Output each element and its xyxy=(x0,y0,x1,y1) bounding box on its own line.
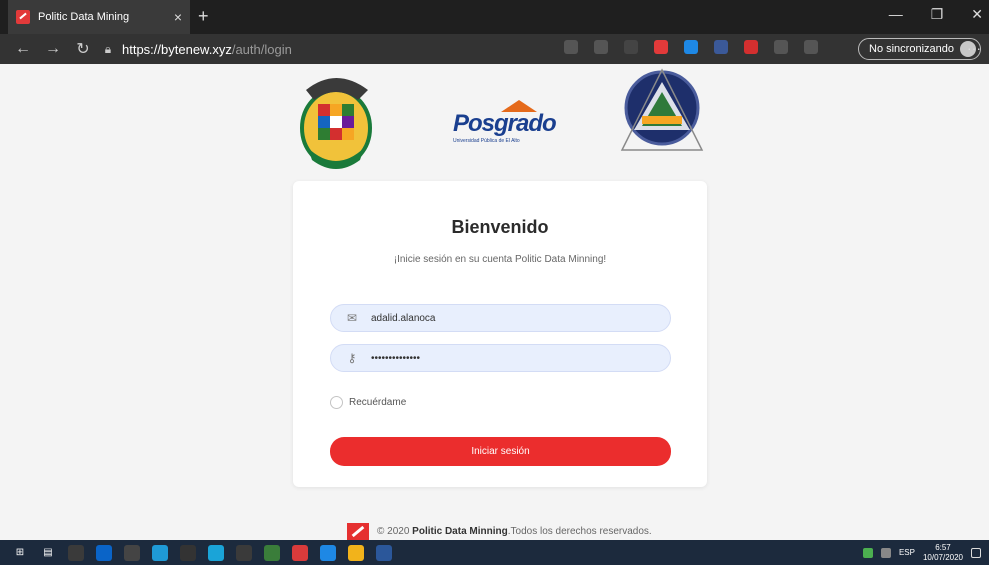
more-options-icon[interactable]: ··· xyxy=(967,40,981,56)
close-tab-icon[interactable]: × xyxy=(174,9,182,25)
login-card: Bienvenido ¡Inicie sesión en su cuenta P… xyxy=(293,181,707,487)
language-indicator[interactable]: ESP xyxy=(899,548,915,557)
sync-profile-button[interactable]: No sincronizando xyxy=(858,38,981,60)
minimize-button[interactable]: — xyxy=(889,6,903,23)
refresh-icon[interactable]: ↻ xyxy=(68,39,98,59)
windows-start-icon[interactable]: ⊞ xyxy=(12,545,28,561)
footer-brand: Politic Data Minning xyxy=(412,526,508,537)
terminal-icon[interactable] xyxy=(180,544,196,561)
footer-prefix: © 2020 xyxy=(377,526,413,537)
password-field[interactable]: ⚷ xyxy=(330,344,671,372)
address-bar: ← → ↻ 🔒︎ https://bytenew.xyz/auth/login … xyxy=(0,34,989,64)
vscode-icon[interactable] xyxy=(320,544,336,561)
star-icon[interactable] xyxy=(594,40,608,54)
page-footer: © 2020 Politic Data Minning.Todos los de… xyxy=(347,523,652,540)
app-icon[interactable] xyxy=(68,544,84,561)
arrow-extension-icon[interactable] xyxy=(684,40,698,54)
facebook-icon[interactable] xyxy=(714,40,728,54)
favorites-icon[interactable] xyxy=(774,40,788,54)
url-host: https://bytenew.xyz xyxy=(122,41,232,57)
restore-button[interactable]: ❐ xyxy=(931,6,944,23)
collections-icon[interactable] xyxy=(804,40,818,54)
password-input[interactable] xyxy=(371,352,661,364)
search-icon[interactable] xyxy=(564,40,578,54)
remember-radio[interactable] xyxy=(330,396,343,409)
window-controls: — ❐ ✕ xyxy=(889,6,983,23)
login-button[interactable]: Iniciar sesión xyxy=(330,437,671,466)
network-icon[interactable] xyxy=(862,547,873,558)
store-icon[interactable] xyxy=(124,544,140,561)
record-extension-icon[interactable] xyxy=(744,40,758,54)
extension-icon[interactable] xyxy=(624,40,638,54)
file-explorer-icon[interactable] xyxy=(348,544,364,561)
welcome-title: Bienvenido xyxy=(451,217,549,237)
tab-title: Politic Data Mining xyxy=(38,11,130,23)
volume-icon[interactable] xyxy=(880,547,891,558)
politic-extension-icon[interactable] xyxy=(654,40,668,54)
login-page: Posgrado Universidad Pública de El Alto … xyxy=(0,64,989,540)
system-tray: ESP 6:57 10/07/2020 xyxy=(862,540,981,565)
login-subtitle: ¡Inicie sesión en su cuenta Politic Data… xyxy=(393,254,607,265)
key-icon: ⚷ xyxy=(347,351,357,365)
mail-icon: ✉ xyxy=(346,311,358,325)
clock-date: 10/07/2020 xyxy=(922,552,963,562)
notifications-icon[interactable] xyxy=(971,547,981,558)
url-field[interactable]: https://bytenew.xyz/auth/login xyxy=(122,42,292,57)
browser-tab[interactable]: Politic Data Mining × xyxy=(8,0,190,34)
remember-me[interactable]: Recuérdame xyxy=(330,396,406,409)
new-tab-button[interactable]: + xyxy=(198,6,209,27)
site-favicon-icon xyxy=(16,10,30,24)
posgrado-title: Posgrado xyxy=(453,110,557,137)
posgrado-logo: Posgrado Universidad Pública de El Alto xyxy=(453,98,563,148)
mail-app-icon[interactable] xyxy=(96,544,112,561)
remember-label: Recuérdame xyxy=(349,397,407,408)
forward-arrow-icon[interactable]: → xyxy=(38,40,68,58)
clock-time: 6:57 xyxy=(935,542,951,552)
edge-icon[interactable] xyxy=(152,544,168,561)
footer-text: © 2020 Politic Data Minning.Todos los de… xyxy=(377,526,652,537)
university-seal-logo xyxy=(300,78,372,169)
engineering-logo xyxy=(620,68,704,151)
sync-label: No sincronizando xyxy=(869,43,954,55)
extension-icons xyxy=(564,40,818,54)
email-field[interactable]: ✉ xyxy=(330,304,671,332)
posgrado-subtitle: Universidad Pública de El Alto xyxy=(453,138,520,144)
windows-taskbar: ⊞ ▤ ESP 6:57 10/07/2020 xyxy=(0,540,989,565)
footer-suffix: .Todos los derechos reservados. xyxy=(507,526,652,537)
back-arrow-icon[interactable]: ← xyxy=(8,40,38,58)
browser-icon[interactable] xyxy=(208,544,224,561)
email-input[interactable] xyxy=(371,312,661,324)
url-path: /auth/login xyxy=(231,41,292,57)
browser-titlebar: Politic Data Mining × + — ❐ ✕ xyxy=(0,0,989,34)
chrome-icon[interactable] xyxy=(292,544,308,561)
lock-icon[interactable]: 🔒︎ xyxy=(98,42,118,57)
github-icon[interactable] xyxy=(236,544,252,561)
politic-logo-icon xyxy=(347,523,369,540)
word-icon[interactable] xyxy=(376,544,392,561)
close-window-button[interactable]: ✕ xyxy=(971,6,983,23)
task-view-icon[interactable]: ▤ xyxy=(40,545,56,561)
clock[interactable]: 6:57 10/07/2020 xyxy=(923,543,963,563)
notepad-icon[interactable] xyxy=(264,544,280,561)
